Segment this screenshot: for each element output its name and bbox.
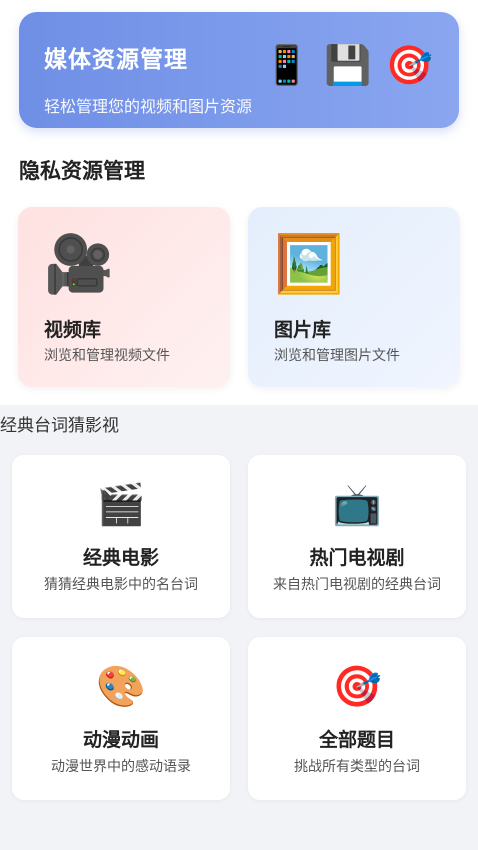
quiz-section-title: 经典台词猜影视: [0, 416, 119, 436]
banner-subtitle: 轻松管理您的视频和图片资源: [44, 97, 253, 116]
video-library-description: 浏览和管理视频文件: [44, 348, 170, 364]
quiz-card-hot-tv-series[interactable]: 📺 热门电视剧 来自热门电视剧的经典台词: [248, 455, 466, 618]
image-library-title: 图片库: [274, 319, 332, 341]
framed-picture-icon: 🖼️: [274, 232, 344, 297]
movie-camera-icon: 🎥: [44, 232, 114, 297]
video-library-card[interactable]: 🎥 视频库 浏览和管理视频文件: [18, 207, 230, 387]
quiz-card-title: 经典电影: [82, 547, 159, 569]
banner-icons: 📱 💾 🎯: [263, 46, 433, 84]
quiz-card-title: 全部题目: [318, 729, 395, 751]
quiz-card-description: 动漫世界中的感动语录: [51, 759, 191, 775]
quiz-section: 经典台词猜影视 🎬 经典电影 猜猜经典电影中的名台词 📺 热门电视剧 来自热门电…: [0, 405, 478, 850]
video-library-title: 视频库: [44, 319, 102, 341]
quiz-card-description: 猜猜经典电影中的名台词: [44, 577, 198, 593]
quiz-card-classic-movies[interactable]: 🎬 经典电影 猜猜经典电影中的名台词: [12, 455, 230, 618]
floppy-disk-icon: 💾: [324, 43, 372, 87]
quiz-card-title: 动漫动画: [82, 729, 159, 751]
clapperboard-icon: 🎬: [96, 482, 146, 528]
privacy-section-title: 隐私资源管理: [19, 159, 145, 183]
quiz-card-description: 挑战所有类型的台词: [294, 759, 420, 775]
mobile-phone-icon: 📱: [263, 43, 311, 87]
quiz-card-title: 热门电视剧: [309, 547, 405, 569]
image-library-card[interactable]: 🖼️ 图片库 浏览和管理图片文件: [248, 207, 460, 387]
television-icon: 📺: [332, 482, 382, 528]
quiz-card-all-questions[interactable]: 🎯 全部题目 挑战所有类型的台词: [248, 637, 466, 800]
palette-icon: 🎨: [96, 664, 146, 710]
target-icon: 🎯: [385, 43, 433, 87]
target-icon: 🎯: [332, 664, 382, 710]
banner-title: 媒体资源管理: [44, 47, 188, 73]
quiz-card-anime[interactable]: 🎨 动漫动画 动漫世界中的感动语录: [12, 637, 230, 800]
quiz-card-description: 来自热门电视剧的经典台词: [273, 577, 441, 593]
media-banner: 媒体资源管理 轻松管理您的视频和图片资源 📱 💾 🎯: [19, 12, 459, 128]
image-library-description: 浏览和管理图片文件: [274, 348, 400, 364]
